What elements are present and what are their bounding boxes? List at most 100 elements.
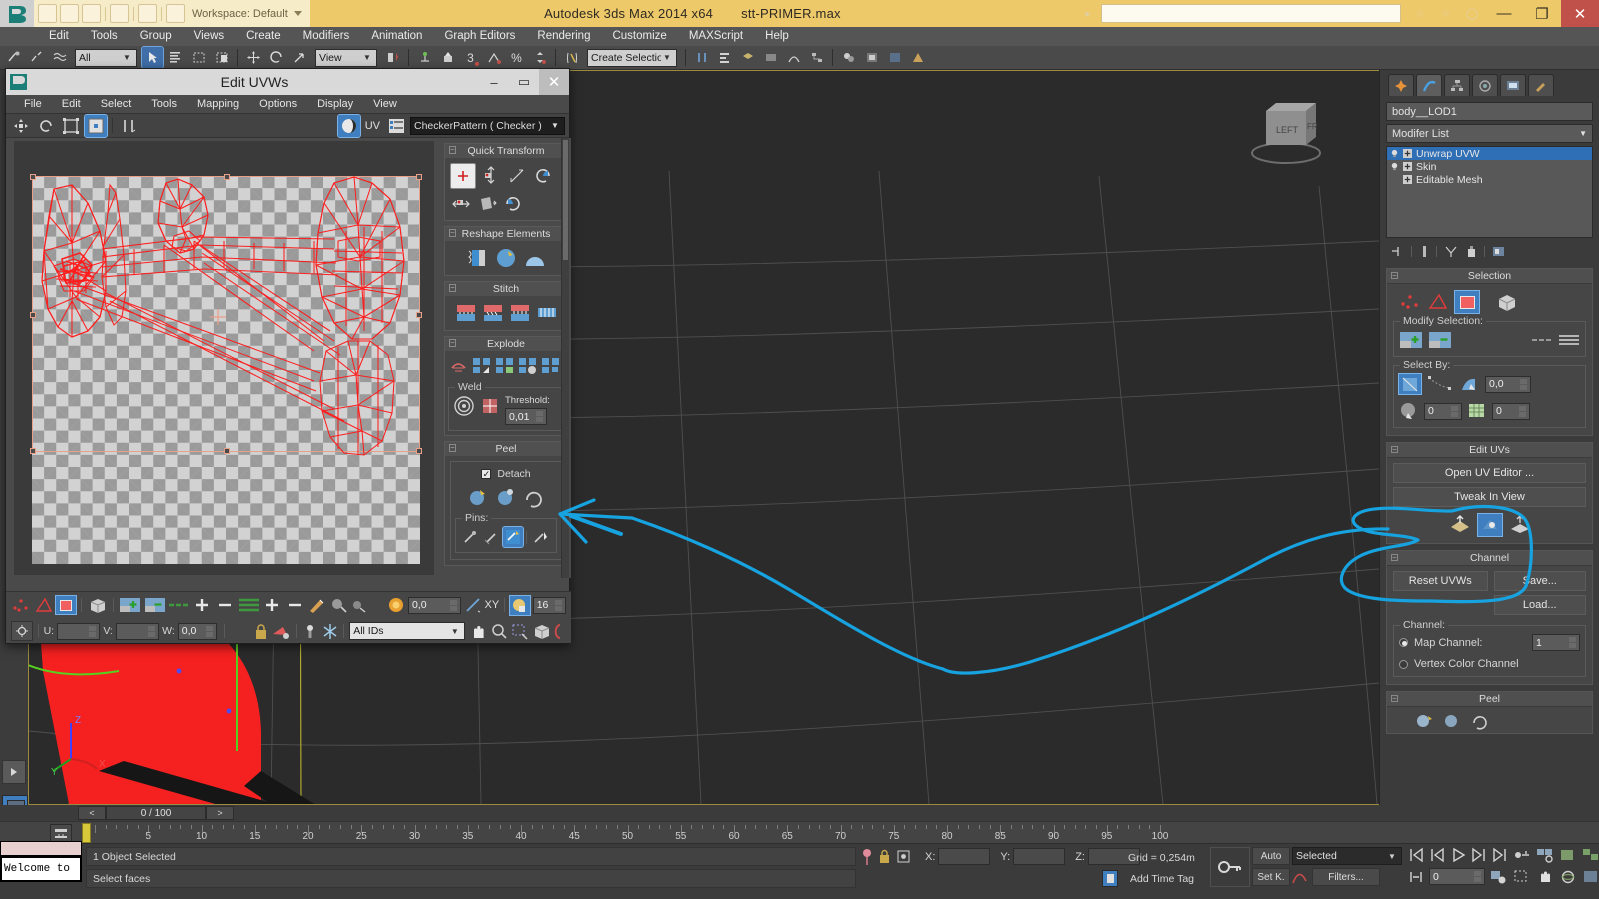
- key-filters-button[interactable]: Filters...: [1312, 868, 1380, 886]
- uvw-menu-select[interactable]: Select: [91, 95, 142, 114]
- uvw-menu-edit[interactable]: Edit: [52, 95, 91, 114]
- frame-counter[interactable]: 0 / 100: [106, 806, 206, 820]
- filter-selected-faces-icon[interactable]: [271, 622, 291, 641]
- menu-item-help[interactable]: Help: [754, 27, 800, 46]
- uv-rollout-peel-header[interactable]: – Peel: [445, 442, 567, 456]
- scale-selected-subobject-icon[interactable]: [60, 115, 82, 137]
- pan-view-icon[interactable]: [1536, 869, 1554, 885]
- select-and-scale-icon[interactable]: [289, 47, 310, 68]
- spinner-arrows[interactable]: [1520, 378, 1527, 390]
- uvw-menu-display[interactable]: Display: [307, 95, 363, 114]
- key-mode-toggle-icon[interactable]: [1513, 847, 1531, 863]
- collapse-icon[interactable]: –: [449, 339, 456, 347]
- collapse-icon[interactable]: –: [449, 229, 456, 237]
- spinner-arrows[interactable]: [206, 625, 214, 637]
- uv-rollout-peel-body[interactable]: ✓ Detach Pins:: [445, 456, 567, 565]
- uvw-maximize-button[interactable]: ▭: [509, 69, 539, 95]
- break-by-material-id-icon[interactable]: [494, 355, 515, 376]
- tab-motion[interactable]: [1472, 74, 1498, 96]
- menu-item-animation[interactable]: Animation: [360, 27, 433, 46]
- menu-item-views[interactable]: Views: [183, 27, 235, 46]
- go-to-start-icon[interactable]: [1408, 847, 1424, 863]
- expand-viewport-button[interactable]: [2, 760, 26, 784]
- open-file-button[interactable]: [60, 4, 79, 23]
- timeline-ruler[interactable]: 5 10 15 20 25 30 35 40 45 50 55 60 65 70 75 80 85 90 95 100: [0, 821, 1599, 843]
- play-animation-icon[interactable]: [1450, 847, 1466, 863]
- rollout-peel[interactable]: – Peel: [1386, 691, 1593, 734]
- spinner-arrows[interactable]: [148, 625, 156, 637]
- field-of-view-icon[interactable]: [1559, 847, 1577, 863]
- tweak-in-view-toggle-icon[interactable]: [1476, 513, 1503, 537]
- percent-snap-icon[interactable]: %: [506, 47, 527, 68]
- uvw-bottom-row-2[interactable]: U: V: W: 0,0 All IDs ▼: [6, 618, 571, 644]
- select-by-smoothing-group-icon[interactable]: [1467, 401, 1487, 421]
- element-subobject-icon[interactable]: [87, 596, 108, 614]
- select-object-icon[interactable]: [141, 46, 164, 69]
- uv-tools-scrollbar[interactable]: [561, 138, 569, 578]
- rotate-selected-subobject-icon[interactable]: [35, 115, 57, 137]
- project-folder-button[interactable]: [166, 4, 185, 23]
- uv-rollout-stitch-header[interactable]: – Stitch: [445, 282, 567, 296]
- grow-selection-icon[interactable]: [119, 596, 141, 614]
- transform-type-in-icon[interactable]: [896, 848, 911, 866]
- element-subobject-icon[interactable]: [1495, 292, 1519, 312]
- set-key-button[interactable]: Set K.: [1252, 868, 1290, 886]
- command-panel-tabs[interactable]: [1380, 70, 1599, 99]
- select-and-move-icon[interactable]: [243, 47, 264, 68]
- chevron-right-icon[interactable]: ▸: [1075, 0, 1101, 27]
- collapse-icon[interactable]: –: [1391, 554, 1398, 561]
- menu-item-group[interactable]: Group: [129, 27, 183, 46]
- edit-uvws-toolbar[interactable]: UV CheckerPattern ( Checker ) ▼: [6, 113, 569, 138]
- weld-threshold-spinner[interactable]: 0,01: [505, 408, 547, 425]
- curve-editor-icon[interactable]: [783, 47, 804, 68]
- undo-button[interactable]: [110, 4, 129, 23]
- collapse-icon[interactable]: –: [1391, 695, 1398, 702]
- select-loop-uv-icon[interactable]: [168, 596, 189, 614]
- map-channel-spinner[interactable]: 1: [1532, 634, 1580, 651]
- modifier-row-skin[interactable]: Skin: [1387, 160, 1592, 173]
- edit-uvws-body[interactable]: – Quick Transform – Reshape Elements – S…: [6, 138, 571, 578]
- absolute-relative-toggle[interactable]: [11, 621, 33, 641]
- select-by-element-icon[interactable]: [1427, 374, 1453, 394]
- rotate-90-ccw-icon[interactable]: [532, 165, 554, 187]
- face-subobject-icon[interactable]: [1454, 290, 1480, 314]
- w-value-spinner[interactable]: 0,0: [177, 622, 218, 640]
- edit-uvws-window[interactable]: Edit UVWs – ▭ ✕ File Edit Select Tools M…: [5, 68, 571, 644]
- open-mini-curve-editor-icon[interactable]: [50, 824, 72, 842]
- key-mode-toggle[interactable]: [1210, 847, 1250, 887]
- uv-rollout-peel[interactable]: – Peel ✓ Detach Pins:: [444, 441, 568, 566]
- target-weld-icon[interactable]: [453, 395, 475, 417]
- new-file-button[interactable]: [38, 4, 57, 23]
- add-time-tag-button[interactable]: Add Time Tag: [1124, 870, 1216, 887]
- workspace-selector[interactable]: Workspace: Default: [188, 4, 306, 23]
- uv-rollout-explode-body[interactable]: Weld Threshold: 0,01: [445, 351, 567, 435]
- break-icon[interactable]: [448, 355, 469, 376]
- selection-filter-combo[interactable]: All ▼: [75, 48, 137, 67]
- edit-named-selection-icon[interactable]: [561, 47, 582, 68]
- uvw-bottom-row-1[interactable]: 0,0 XY 16: [6, 592, 571, 618]
- expand-icon[interactable]: [1403, 175, 1412, 184]
- uvw-menu-mapping[interactable]: Mapping: [187, 95, 249, 114]
- expand-icon[interactable]: [1403, 149, 1412, 158]
- collapse-icon[interactable]: –: [449, 284, 456, 292]
- welcome-popup[interactable]: Welcome to: [0, 856, 82, 882]
- break-angle-icon[interactable]: [471, 355, 492, 376]
- quick-peel-icon[interactable]: [494, 246, 518, 270]
- collapse-icon[interactable]: –: [449, 444, 456, 452]
- uvw-minimize-button[interactable]: –: [479, 69, 509, 95]
- mirror-icon[interactable]: [691, 47, 712, 68]
- paint-select-icon[interactable]: [307, 596, 327, 614]
- uv-canvas[interactable]: [14, 141, 434, 575]
- move-selected-subobject-icon[interactable]: [10, 115, 32, 137]
- save-channel-button[interactable]: Save...: [1493, 571, 1586, 591]
- collapse-icon[interactable]: –: [1391, 272, 1398, 279]
- help-icon[interactable]: ☆: [1407, 0, 1433, 27]
- rollout-selection-body[interactable]: Modify Selection: Select By: 0,0 0 0: [1387, 284, 1592, 435]
- tab-display[interactable]: [1500, 74, 1526, 96]
- time-tag-icon[interactable]: [1102, 870, 1118, 887]
- spinner-arrows[interactable]: [1451, 405, 1458, 417]
- freeform-mode-icon[interactable]: [84, 113, 108, 138]
- uvw-close-button[interactable]: ✕: [539, 69, 569, 95]
- x-coordinate-field[interactable]: [938, 848, 991, 865]
- lightbulb-icon[interactable]: [1390, 162, 1399, 171]
